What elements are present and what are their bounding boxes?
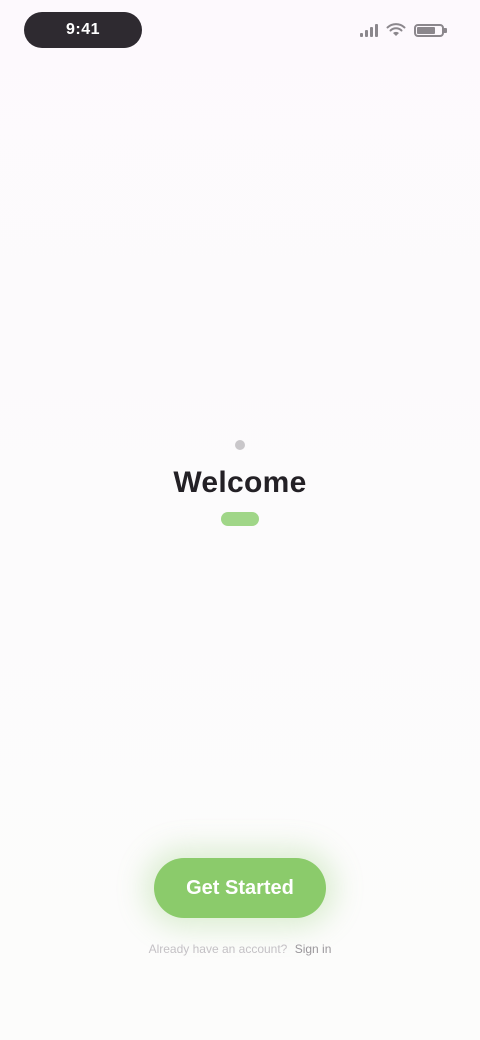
signal-icon xyxy=(360,23,378,37)
status-time: 9:41 xyxy=(24,12,142,48)
battery-fill xyxy=(417,26,435,34)
sign-in-link[interactable]: Sign in xyxy=(295,942,332,956)
status-bar: 9:41 xyxy=(0,0,480,64)
get-started-button[interactable]: Get Started xyxy=(154,858,326,918)
footer-prefix: Already have an account? xyxy=(148,942,288,956)
battery-icon xyxy=(414,23,447,37)
welcome-block: Welcome xyxy=(0,440,480,526)
footer: Already have an account? Sign in xyxy=(0,940,480,958)
decorative-dot xyxy=(235,440,245,450)
title-accent-shape xyxy=(221,512,259,526)
status-icons xyxy=(360,20,447,40)
page-title: Welcome xyxy=(173,466,307,499)
app-screen: 9:41 Welcome Get Started Already have an xyxy=(0,0,480,1040)
wifi-icon xyxy=(386,23,406,36)
